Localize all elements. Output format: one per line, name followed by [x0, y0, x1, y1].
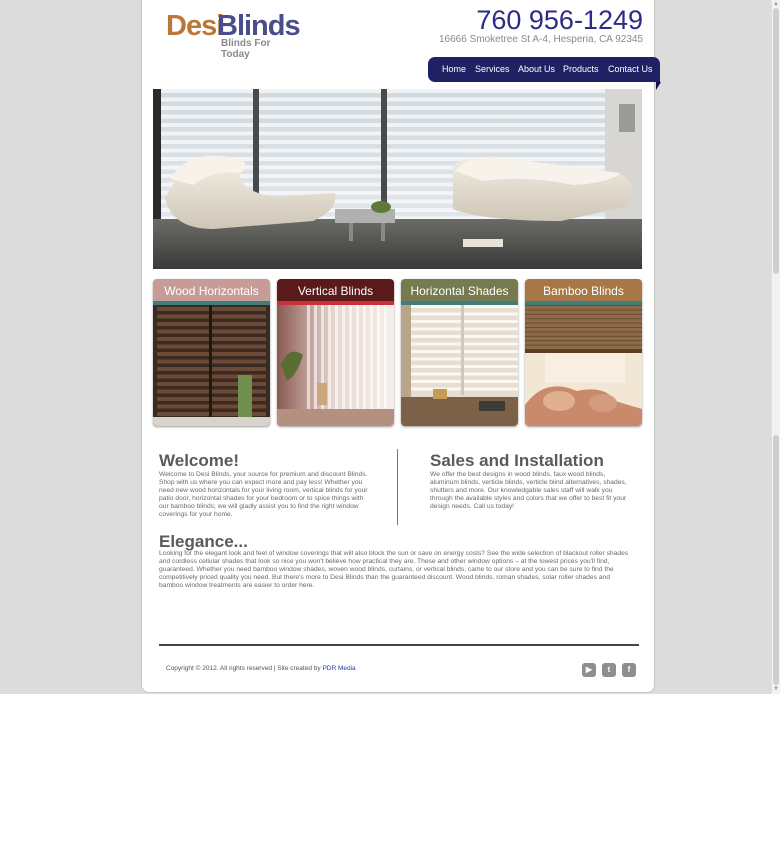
copyright-text: Copyright © 2012. All rights reserved | …	[166, 665, 321, 672]
wood-horizontals-image	[153, 305, 270, 426]
category-tile-vertical-blinds[interactable]: Vertical Blinds	[277, 279, 394, 426]
copyright: Copyright © 2012. All rights reserved | …	[166, 665, 356, 672]
footer-divider	[159, 644, 639, 646]
scrollbar[interactable]: ▲ ▼	[771, 0, 780, 694]
main-nav: Home Services About Us Products Contact …	[428, 57, 660, 82]
address: 16666 Smoketree St A-4, Hesperia, CA 923…	[438, 34, 643, 45]
welcome-heading: Welcome!	[159, 451, 239, 470]
logo-tagline: Blinds For Today	[221, 38, 271, 60]
sales-heading: Sales and Installation	[430, 451, 604, 470]
nav-products[interactable]: Products	[563, 64, 599, 74]
nav-about-us[interactable]: About Us	[518, 64, 555, 74]
elegance-heading: Elegance...	[159, 532, 248, 551]
horizontal-shades-image	[401, 305, 518, 426]
category-label: Bamboo Blinds	[525, 279, 642, 301]
section-divider	[397, 449, 398, 525]
twitter-icon[interactable]: t	[602, 663, 616, 677]
bamboo-blinds-image	[525, 305, 642, 426]
pdr-media-link[interactable]: PDR Media	[322, 665, 355, 672]
facebook-icon[interactable]: f	[622, 663, 636, 677]
elegance-text: Looking for the elegant look and feel of…	[159, 550, 629, 589]
hero-image	[153, 89, 642, 269]
nav-fold-decoration	[656, 82, 661, 90]
category-tile-bamboo-blinds[interactable]: Bamboo Blinds	[525, 279, 642, 426]
category-label: Vertical Blinds	[277, 279, 394, 301]
scroll-thumb-secondary[interactable]	[773, 435, 779, 685]
nav-home[interactable]: Home	[442, 64, 466, 74]
scroll-down-arrow[interactable]: ▼	[773, 686, 779, 692]
nav-contact-us[interactable]: Contact Us	[608, 64, 653, 74]
nav-services[interactable]: Services	[475, 64, 510, 74]
scroll-up-arrow[interactable]: ▲	[773, 1, 779, 7]
logo[interactable]: Desi Blinds Blinds For Today	[166, 10, 301, 60]
logo-desi: Desi	[166, 10, 224, 42]
vertical-blinds-image	[277, 305, 394, 426]
category-label: Wood Horizontals	[153, 279, 270, 301]
welcome-text: Welcome to Desi Blinds, your source for …	[159, 471, 368, 518]
sales-text: We offer the best designs in wood blinds…	[430, 471, 627, 510]
youtube-icon[interactable]: ▶	[582, 663, 596, 677]
page-container: Desi Blinds Blinds For Today 760 956-124…	[141, 0, 661, 693]
category-tile-horizontal-shades[interactable]: Horizontal Shades	[401, 279, 518, 426]
category-label: Horizontal Shades	[401, 279, 518, 301]
category-tile-wood-horizontals[interactable]: Wood Horizontals	[153, 279, 270, 426]
scroll-thumb[interactable]	[773, 8, 779, 274]
phone-number: 760 956-1249	[476, 5, 643, 35]
